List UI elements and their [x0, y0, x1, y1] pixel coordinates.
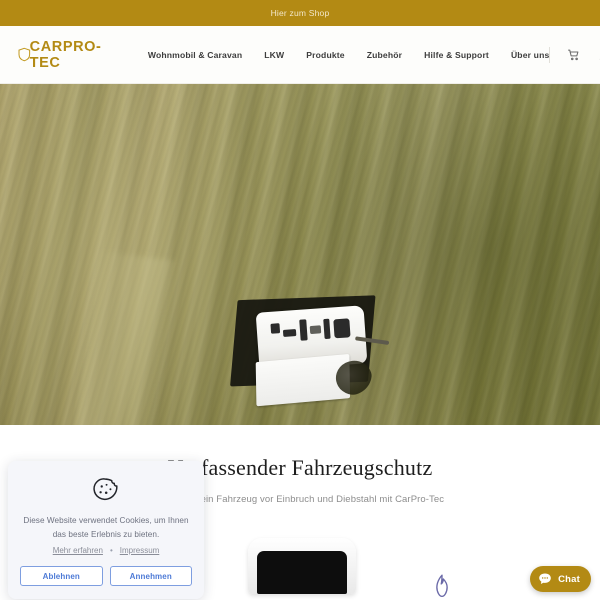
caravan-window — [323, 318, 331, 340]
logo-text: CARPRO-TEC — [29, 38, 102, 71]
nav-item-zubehoer[interactable]: Zubehör — [367, 50, 402, 60]
product-image[interactable] — [248, 538, 356, 594]
caravan-hatch — [282, 329, 297, 337]
cart-button[interactable] — [566, 47, 581, 62]
cookie-link-separator: • — [109, 546, 113, 556]
flame-icon — [436, 574, 448, 598]
caravan-vent — [309, 325, 322, 335]
main-navigation: Wohnmobil & Caravan LKW Produkte Zubehör… — [148, 50, 550, 60]
caravan-window — [299, 319, 308, 341]
nav-item-lkw[interactable]: LKW — [264, 50, 284, 60]
cookie-imprint-link[interactable]: Impressum — [120, 546, 160, 555]
chat-widget-button[interactable]: Chat — [530, 566, 591, 592]
nav-item-wohnmobil-caravan[interactable]: Wohnmobil & Caravan — [148, 50, 242, 60]
chat-bubble-icon — [539, 573, 551, 585]
nav-item-produkte[interactable]: Produkte — [306, 50, 344, 60]
chat-widget-label: Chat — [558, 573, 580, 585]
caravan-ac-unit — [333, 318, 351, 339]
cookie-consent-banner: Diese Website verwendet Cookies, um Ihne… — [8, 461, 204, 600]
product-screen — [257, 551, 347, 594]
caravan-hatch — [270, 323, 281, 334]
header-actions — [549, 46, 600, 63]
hero-image — [0, 84, 600, 425]
cookie-learn-more-link[interactable]: Mehr erfahren — [53, 546, 103, 555]
nav-item-ueber-uns[interactable]: Über uns — [511, 50, 549, 60]
announcement-link[interactable]: Hier zum Shop — [271, 8, 330, 18]
cookie-message: Diese Website verwendet Cookies, um Ihne… — [23, 516, 189, 539]
header-divider — [549, 46, 551, 63]
site-header: CARPRO-TEC Wohnmobil & Caravan LKW Produ… — [0, 26, 600, 84]
cookie-decline-button[interactable]: Ablehnen — [20, 566, 103, 587]
cookie-accept-button[interactable]: Annehmen — [109, 566, 192, 587]
caravan-vehicle — [230, 295, 398, 423]
cookie-links: Mehr erfahren • Impressum — [20, 546, 192, 555]
announcement-bar: Hier zum Shop — [0, 0, 600, 26]
nav-item-hilfe-support[interactable]: Hilfe & Support — [424, 50, 489, 60]
page-root: Hier zum Shop CARPRO-TEC Wohnmobil & Car… — [0, 0, 600, 600]
hero-photo — [0, 84, 600, 425]
logo[interactable]: CARPRO-TEC — [18, 39, 106, 71]
cookie-actions: Ablehnen Annehmen — [20, 566, 192, 587]
shopping-cart-icon — [568, 49, 579, 61]
cookie-icon — [93, 478, 118, 501]
